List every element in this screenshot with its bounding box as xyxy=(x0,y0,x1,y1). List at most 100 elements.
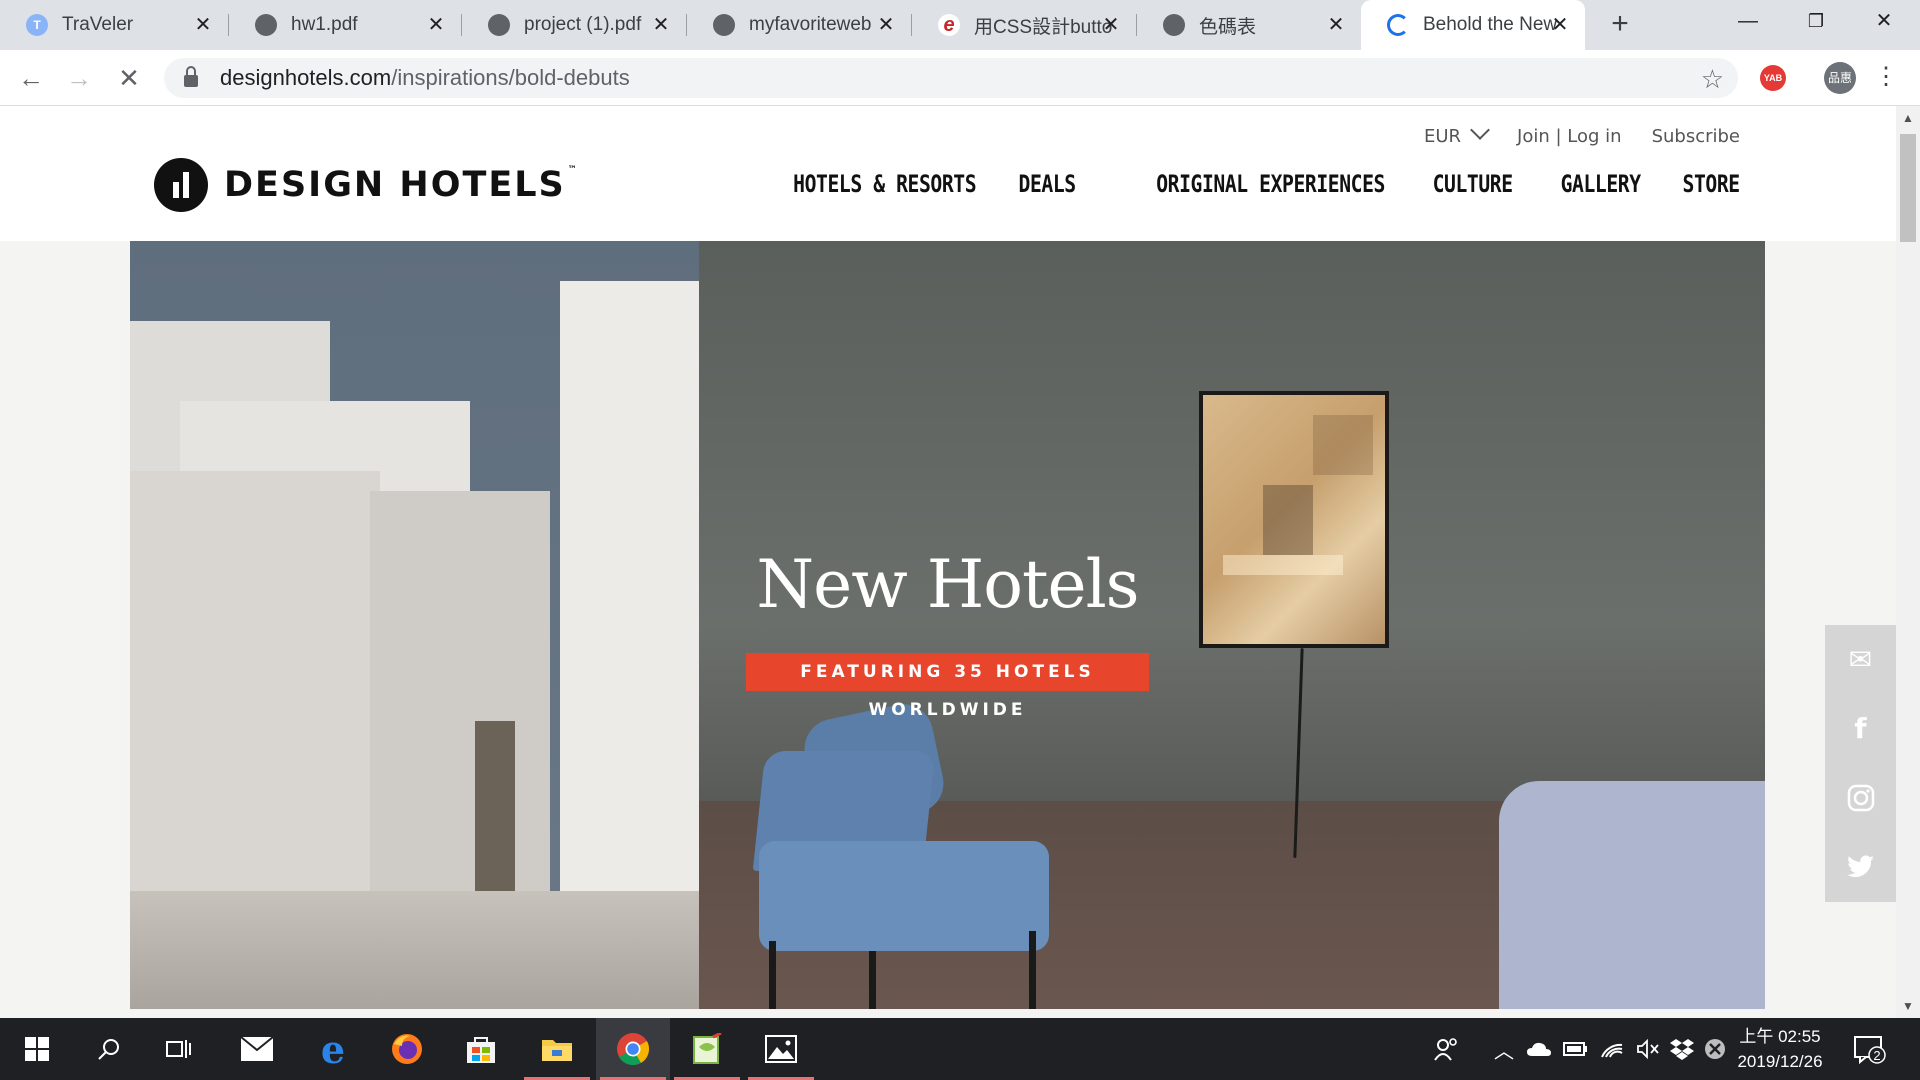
main-nav: HOTELS & RESORTS DEALS ORIGINAL EXPERIEN… xyxy=(723,170,1740,198)
firefox-icon[interactable] xyxy=(370,1018,444,1080)
clock-time: 上午 02:55 xyxy=(1739,1027,1821,1046)
instagram-icon[interactable] xyxy=(1825,763,1896,832)
logo-mark-icon xyxy=(154,158,208,212)
facebook-icon[interactable]: f xyxy=(1825,694,1896,763)
site-header: EUR Join | Log in Subscribe DESIGN HOTEL… xyxy=(0,106,1896,241)
close-icon[interactable]: ✕ xyxy=(1100,14,1122,36)
chrome-menu-icon[interactable]: ⋮ xyxy=(1874,62,1898,94)
browser-toolbar: ← → ✕ designhotels.com/inspirations/bold… xyxy=(0,50,1920,106)
tab-traveler[interactable]: T TraVeler ✕ xyxy=(0,0,228,50)
new-tab-button[interactable]: + xyxy=(1603,8,1637,42)
taskbar-clock[interactable]: 上午 02:55 2019/12/26 xyxy=(1734,1024,1826,1074)
globe-icon xyxy=(1163,14,1185,36)
scroll-up-arrow-icon[interactable]: ▲ xyxy=(1896,108,1920,128)
close-icon[interactable]: ✕ xyxy=(875,14,897,36)
notepad-plus-icon[interactable] xyxy=(670,1018,744,1080)
yab-extension-icon[interactable]: YAB xyxy=(1760,65,1786,91)
logo-trademark: ™ xyxy=(567,165,579,175)
close-window-button[interactable]: ✕ xyxy=(1850,0,1918,42)
mail-app-icon[interactable] xyxy=(220,1018,294,1080)
nav-gallery[interactable]: GALLERY xyxy=(1560,170,1640,198)
chrome-icon[interactable] xyxy=(596,1018,670,1080)
windows-start-icon xyxy=(25,1037,49,1061)
subscribe-link[interactable]: Subscribe xyxy=(1652,126,1740,147)
chevron-down-icon xyxy=(1470,120,1490,140)
join-login-link[interactable]: Join | Log in xyxy=(1517,126,1622,147)
loading-spinner-icon xyxy=(1387,14,1409,36)
close-icon[interactable]: ✕ xyxy=(650,14,672,36)
wifi-icon[interactable] xyxy=(1600,1018,1624,1080)
people-icon[interactable] xyxy=(1434,1018,1460,1080)
globe-icon xyxy=(713,14,735,36)
site-favicon-icon: e xyxy=(938,14,960,36)
tab-strip: T TraVeler ✕ hw1.pdf ✕ project (1).pdf ✕… xyxy=(0,0,1920,50)
design-hotels-logo[interactable]: DESIGN HOTELS ™ xyxy=(154,158,579,212)
tab-myfavoriteweb[interactable]: myfavoriteweb ✕ xyxy=(687,0,911,50)
tab-css-button[interactable]: e 用CSS設計butto ✕ xyxy=(912,0,1136,50)
social-sidebar: ✉ f xyxy=(1825,625,1896,902)
globe-icon xyxy=(488,14,510,36)
url-domain: designhotels.com xyxy=(220,65,392,90)
start-button[interactable] xyxy=(0,1018,74,1080)
scrollbar-thumb[interactable] xyxy=(1900,134,1916,242)
task-view-icon[interactable] xyxy=(142,1018,216,1080)
windows-taskbar: e ︿ 上午 02:55 2019/12/26 2 xyxy=(0,1018,1920,1080)
tray-overflow-chevron-icon[interactable]: ︿ xyxy=(1494,1018,1514,1080)
photos-icon[interactable] xyxy=(744,1018,818,1080)
tab-behold-new[interactable]: Behold the New ✕ xyxy=(1361,0,1585,50)
screen: T TraVeler ✕ hw1.pdf ✕ project (1).pdf ✕… xyxy=(0,0,1920,1080)
minimize-button[interactable]: — xyxy=(1714,0,1782,42)
currency-selector[interactable]: EUR xyxy=(1423,120,1490,147)
tab-color-chart[interactable]: 色碼表 ✕ xyxy=(1137,0,1361,50)
store-icon[interactable] xyxy=(444,1018,518,1080)
hero-badge: FEATURING 35 HOTELS WORLDWIDE xyxy=(746,653,1149,720)
onedrive-icon[interactable] xyxy=(1526,1018,1552,1080)
logo-text: DESIGN HOTELS xyxy=(224,165,566,205)
mail-icon[interactable]: ✉ xyxy=(1825,625,1896,694)
lock-icon xyxy=(184,66,198,87)
error-status-icon[interactable] xyxy=(1704,1018,1726,1080)
stop-loading-button[interactable]: ✕ xyxy=(112,61,146,95)
edge-icon[interactable]: e xyxy=(296,1018,370,1080)
nav-hotels-resorts[interactable]: HOTELS & RESORTS xyxy=(793,170,976,198)
notification-count-badge: 2 xyxy=(1873,1048,1880,1063)
close-icon[interactable]: ✕ xyxy=(1325,14,1347,36)
tab-hw1-pdf[interactable]: hw1.pdf ✕ xyxy=(229,0,461,50)
nav-deals[interactable]: DEALS xyxy=(1019,170,1077,198)
action-center-icon[interactable]: 2 xyxy=(1854,1018,1888,1080)
utility-nav: EUR Join | Log in Subscribe xyxy=(1394,120,1740,147)
logo-wordmark: DESIGN HOTELS ™ xyxy=(224,165,579,205)
search-icon[interactable] xyxy=(72,1018,146,1080)
address-bar[interactable]: designhotels.com/inspirations/bold-debut… xyxy=(164,58,1738,98)
url-text: designhotels.com/inspirations/bold-debut… xyxy=(220,65,630,91)
dropbox-icon[interactable] xyxy=(1670,1018,1694,1080)
hero-banner[interactable]: New Hotels FEATURING 35 HOTELS WORLDWIDE xyxy=(130,241,1765,1009)
profile-avatar[interactable]: 品惠 xyxy=(1824,62,1856,94)
page-scrollbar[interactable]: ▲ ▼ xyxy=(1896,106,1920,1018)
tab-title: TraVeler xyxy=(62,14,134,35)
globe-icon xyxy=(255,14,277,36)
currency-label: EUR xyxy=(1423,126,1462,147)
battery-icon[interactable] xyxy=(1562,1018,1588,1080)
nav-store[interactable]: STORE xyxy=(1683,170,1741,198)
hero-title: New Hotels xyxy=(756,546,1139,623)
back-button[interactable]: ← xyxy=(14,61,48,95)
nav-culture[interactable]: CULTURE xyxy=(1433,170,1513,198)
close-icon[interactable]: ✕ xyxy=(1549,14,1571,36)
hero-image-interior xyxy=(699,241,1765,1009)
file-explorer-icon[interactable] xyxy=(520,1018,594,1080)
tab-project-pdf[interactable]: project (1).pdf ✕ xyxy=(462,0,686,50)
forward-button[interactable]: → xyxy=(62,61,96,95)
twitter-icon[interactable] xyxy=(1825,832,1896,901)
bookmark-star-icon[interactable]: ☆ xyxy=(1701,64,1724,95)
scroll-down-arrow-icon[interactable]: ▼ xyxy=(1896,996,1920,1016)
hero-image-architecture xyxy=(130,241,699,1009)
url-path: /inspirations/bold-debuts xyxy=(391,65,630,90)
traveler-favicon-icon: T xyxy=(26,14,48,36)
restore-button[interactable]: ❐ xyxy=(1782,0,1850,42)
volume-muted-icon[interactable] xyxy=(1636,1018,1660,1080)
close-icon[interactable]: ✕ xyxy=(192,14,214,36)
clock-date: 2019/12/26 xyxy=(1737,1052,1823,1071)
nav-original-experiences[interactable]: ORIGINAL EXPERIENCES xyxy=(1156,170,1385,198)
close-icon[interactable]: ✕ xyxy=(425,14,447,36)
